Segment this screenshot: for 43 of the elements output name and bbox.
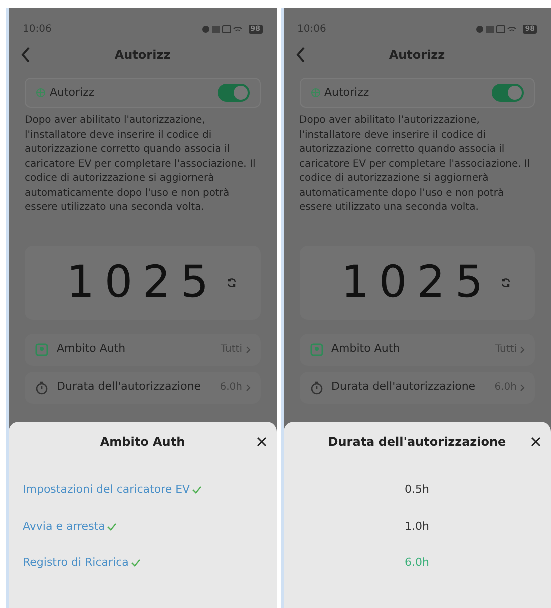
back-icon[interactable]: [21, 47, 31, 63]
toggle-switch[interactable]: [218, 84, 250, 102]
globe-icon: [310, 88, 320, 98]
timer-icon: [35, 380, 49, 394]
badge-icon: [35, 342, 49, 356]
page-title: Autorizz: [114, 47, 171, 64]
status-time: 10:06: [298, 22, 326, 36]
row-label: Ambito Auth: [57, 341, 126, 358]
auth-code: 1025: [66, 256, 219, 310]
auth-code: 1025: [341, 256, 494, 310]
status-time: 10:06: [23, 22, 52, 36]
sheet-title: Durata dell'autorizzazione: [328, 434, 506, 451]
row-label: Ambito Auth: [332, 341, 400, 358]
timer-icon: [310, 380, 324, 394]
toggle-label: Autorizz: [50, 84, 95, 101]
close-icon[interactable]: [256, 437, 266, 447]
option-label: Avvia e arresta: [23, 518, 106, 534]
toggle-label: Autorizz: [324, 84, 370, 101]
duration-option[interactable]: 1.0h: [405, 518, 430, 535]
refresh-icon[interactable]: [501, 278, 512, 288]
option-label: Registro di Ricarica: [23, 555, 129, 571]
description-text: Dopo aver abilitato l'autorizzazione, l'installatore deve inserire il codice di autorizzazione corretto quando associa il caricatore EV per completare l'associazione. Il codice di autorizzazione si aggiornerà automaticamente dopo l'uso e non potrà essere utilizzato una seconda volta.: [300, 114, 532, 215]
description-text: Dopo aver abilitato l'autorizzazione, l'installatore deve inserire il codice di autorizzazione corretto quando associa il caricatore EV per completare l'associazione. Il codice di autorizzazione si aggiornerà automaticamente dopo l'uso e non potrà essere utilizzato una seconda volta.: [25, 114, 257, 215]
chevron-right-icon: [246, 346, 250, 354]
duration-option[interactable]: 6.0h: [405, 555, 430, 572]
chevron-right-icon: [520, 384, 525, 392]
close-icon[interactable]: [531, 437, 541, 447]
row-label: Durata dell'autorizzazione: [332, 379, 476, 396]
row-label: Durata dell'autorizzazione: [57, 379, 202, 396]
scope-option[interactable]: Impostazioni del caricatore EV: [9, 482, 216, 498]
scope-option[interactable]: Registro di Ricarica: [9, 555, 155, 572]
duration-option[interactable]: 0.5h: [405, 482, 430, 498]
back-icon[interactable]: [296, 47, 306, 63]
chevron-right-icon: [520, 346, 525, 354]
page-title: Autorizz: [389, 47, 446, 64]
option-label: Impostazioni del caricatore EV: [23, 482, 190, 498]
badge-icon: [310, 342, 324, 356]
sheet-title: Ambito Auth: [100, 434, 186, 451]
scope-option[interactable]: Avvia e arresta: [9, 518, 132, 535]
globe-icon: [36, 88, 46, 98]
chevron-right-icon: [246, 384, 250, 392]
toggle-switch[interactable]: [492, 84, 524, 102]
refresh-icon[interactable]: [226, 278, 237, 288]
